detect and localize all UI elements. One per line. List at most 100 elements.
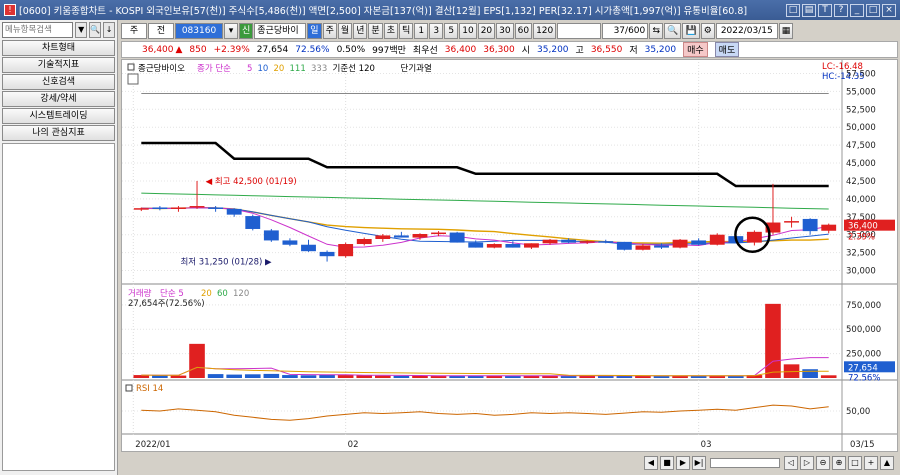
price-tick-label: 50,000 — [846, 123, 876, 133]
up-button[interactable]: ▲ — [880, 456, 894, 470]
chart-area[interactable]: 종근당바이오 종가 단순 5 10 20 111 333 기준선 120 단기과열 LC:-16.… — [121, 59, 898, 452]
split-button[interactable]: ▤ — [802, 3, 816, 17]
menu-search-input[interactable]: 메뉴항목검색 — [2, 22, 74, 38]
settings-icon[interactable]: ⚙ — [700, 23, 715, 39]
price-tick-label: 45,000 — [846, 159, 876, 169]
stock-name: 종근당바이 — [254, 23, 307, 39]
indicator-sidebar: 메뉴항목검색 ▼ 🔍 ↓ 차트형태 기술적지표 신호검색 강세/약세 시스템트레… — [0, 20, 118, 475]
calendar-icon[interactable]: ▦ — [778, 23, 794, 39]
prev-button[interactable]: ◁ — [784, 456, 798, 470]
zoom-icon[interactable]: 🔍 — [664, 23, 682, 39]
high-annotation: ◀ 최고 42,500 (01/19) — [206, 176, 297, 187]
data-count[interactable]: 37/600 — [602, 23, 649, 39]
interval-20[interactable]: 20 — [477, 23, 496, 39]
volume-bar — [820, 375, 837, 378]
interval-60[interactable]: 60 — [514, 23, 533, 39]
menu-item-my-indicators[interactable]: 나의 관심지표 — [2, 125, 115, 141]
minimize-button[interactable]: _ — [850, 3, 864, 17]
legend-marker — [127, 63, 135, 71]
interval-30[interactable]: 30 — [496, 23, 514, 39]
candle-body — [356, 239, 372, 245]
font-button[interactable]: T — [818, 3, 832, 17]
download-icon[interactable]: ↓ — [103, 22, 115, 38]
sidebar-tree-area — [2, 143, 115, 471]
menu-item-strength[interactable]: 강세/약세 — [2, 91, 115, 107]
date-input[interactable]: 2022/03/15 — [715, 23, 778, 39]
period-year[interactable]: 년 — [353, 23, 368, 39]
price-change: 850 — [189, 44, 207, 55]
scroll-end-button[interactable]: ▶| — [692, 456, 706, 470]
menu-item-chart-type[interactable]: 차트형태 — [2, 40, 115, 56]
type-select[interactable]: 전 — [148, 23, 174, 39]
search-icon[interactable]: 🔍 — [89, 22, 102, 38]
title-bar: ! [0600] 키움종합차트 - KOSPI 외국인보유[57(천)] 주식수… — [0, 0, 900, 20]
search-dropdown-button[interactable]: ▼ — [75, 22, 88, 38]
help-button[interactable]: ? — [834, 3, 848, 17]
volume-bar — [189, 343, 205, 378]
candle-body — [821, 224, 837, 231]
close-button[interactable]: × — [882, 3, 896, 17]
open-price: 35,200 — [537, 44, 569, 55]
volume-bar — [282, 375, 298, 378]
next-button[interactable]: ▷ — [800, 456, 814, 470]
period-day[interactable]: 일 — [307, 23, 322, 39]
volume-bar — [802, 369, 818, 378]
app-logo-icon: ! — [4, 4, 16, 16]
interval-3[interactable]: 3 — [429, 23, 444, 39]
menu-item-technical[interactable]: 기술적지표 — [2, 57, 115, 73]
save-icon[interactable]: 💾 — [682, 23, 700, 39]
interval-10[interactable]: 10 — [459, 23, 477, 39]
period-custom-input[interactable] — [557, 23, 602, 39]
candle-body — [449, 232, 465, 243]
stock-search-icon[interactable]: ▾ — [224, 23, 238, 39]
interval-5[interactable]: 5 — [444, 23, 459, 39]
candle-body — [802, 218, 818, 232]
ask-price: 36,400 — [444, 44, 477, 55]
fit-button[interactable]: □ — [848, 456, 862, 470]
menu-item-system-trading[interactable]: 시스템트레이딩 — [2, 108, 115, 124]
turnover: 0.50% — [336, 44, 366, 55]
candle-body — [524, 243, 539, 248]
period-month[interactable]: 월 — [337, 23, 353, 39]
scroll-left-button[interactable]: ◀ — [644, 456, 658, 470]
volume-bar — [375, 375, 391, 378]
price-tick-label: 57,500 — [846, 69, 876, 79]
period-tick[interactable]: 틱 — [398, 23, 414, 39]
stock-code-input[interactable]: 083160 — [175, 23, 223, 39]
volume-bar — [765, 303, 781, 378]
menu-item-signal[interactable]: 신호검색 — [2, 74, 115, 90]
candle-body — [579, 241, 595, 243]
volume-panel: 거래량 단순 5 20 60 120 27,654주(72.56%) — [128, 288, 837, 378]
period-second[interactable]: 초 — [383, 23, 398, 39]
swap-icon[interactable]: ⇆ — [649, 23, 664, 39]
interval-1[interactable]: 1 — [414, 23, 429, 39]
candle-body — [412, 233, 428, 238]
low-price: 35,200 — [644, 44, 677, 55]
layout-button[interactable]: □ — [786, 3, 800, 17]
chart-canvas[interactable]: 종근당바이오 종가 단순 5 10 20 111 333 기준선 120 단기과열 LC:-16.… — [122, 60, 897, 451]
period-week[interactable]: 주 — [322, 23, 337, 39]
scroll-right-button[interactable]: ▶ — [676, 456, 690, 470]
volume-bar — [337, 375, 354, 378]
best-quote-label: 최우선 — [412, 46, 438, 56]
related-icon[interactable]: 신 — [239, 23, 254, 39]
price-tick-label: 47,500 — [846, 141, 876, 151]
zoom-slider[interactable] — [710, 458, 780, 468]
current-price: 36,400 — [142, 44, 174, 55]
period-minute[interactable]: 분 — [368, 23, 383, 39]
candle-body — [672, 239, 688, 248]
price-legend-item: 단기과열 — [401, 63, 432, 74]
add-button[interactable]: + — [864, 456, 878, 470]
candle-body — [561, 239, 577, 243]
maximize-button[interactable]: □ — [866, 3, 880, 17]
zoom-in-button[interactable]: ⊕ — [832, 456, 846, 470]
rsi-line — [141, 404, 829, 421]
price-panel: 종근당바이오 종가 단순 5 10 20 111 333 기준선 120 단기과열 LC:-16.… — [127, 62, 865, 268]
interval-120[interactable]: 120 — [533, 23, 557, 39]
stop-button[interactable]: ■ — [660, 456, 674, 470]
buy-button[interactable]: 매수 — [683, 42, 708, 57]
zoom-out-button[interactable]: ⊖ — [816, 456, 830, 470]
mode-select[interactable]: 주 — [121, 23, 147, 39]
candle-body — [338, 244, 354, 257]
sell-button[interactable]: 매도 — [714, 42, 740, 57]
